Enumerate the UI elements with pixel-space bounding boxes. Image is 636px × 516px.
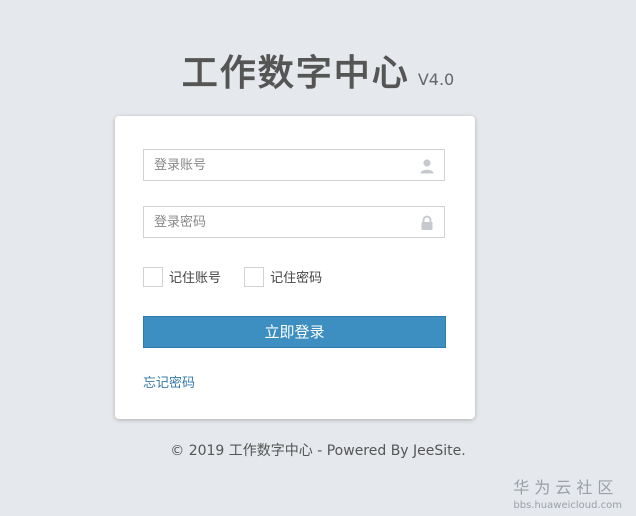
remember-password-box[interactable] <box>244 266 265 287</box>
forgot-password-link[interactable]: 忘记密码 <box>143 372 195 391</box>
password-field <box>143 206 445 238</box>
remember-account-box[interactable] <box>143 266 163 287</box>
remember-password-checkbox[interactable]: 记住密码 <box>244 266 322 287</box>
watermark-brand: 华为云社区 <box>513 478 619 497</box>
watermark-url: bbs.huaweicloud.com <box>513 500 622 511</box>
login-button[interactable]: 立即登录 <box>143 316 446 348</box>
remember-account-checkbox[interactable]: 记住账号 <box>143 266 221 287</box>
app-version: V4.0 <box>417 70 455 89</box>
password-input[interactable] <box>144 207 414 237</box>
remember-password-label: 记住密码 <box>270 271 323 287</box>
lock-icon <box>421 215 433 230</box>
footer-copyright: © 2019 工作数字中心 - Powered By JeeSite. <box>170 443 466 459</box>
user-icon <box>420 159 434 174</box>
remember-account-label: 记住账号 <box>169 271 222 287</box>
app-title: 工作数字中心 <box>181 53 410 94</box>
account-field <box>143 149 445 181</box>
page-header: 工作数字中心 V4.0 <box>0 44 636 96</box>
account-input[interactable] <box>144 150 414 180</box>
remember-options: 记住账号 记住密码 <box>143 266 322 288</box>
login-panel: 记住账号 记住密码 立即登录 忘记密码 <box>115 116 475 419</box>
watermark: 华为云社区 bbs.huaweicloud.com <box>513 474 622 511</box>
